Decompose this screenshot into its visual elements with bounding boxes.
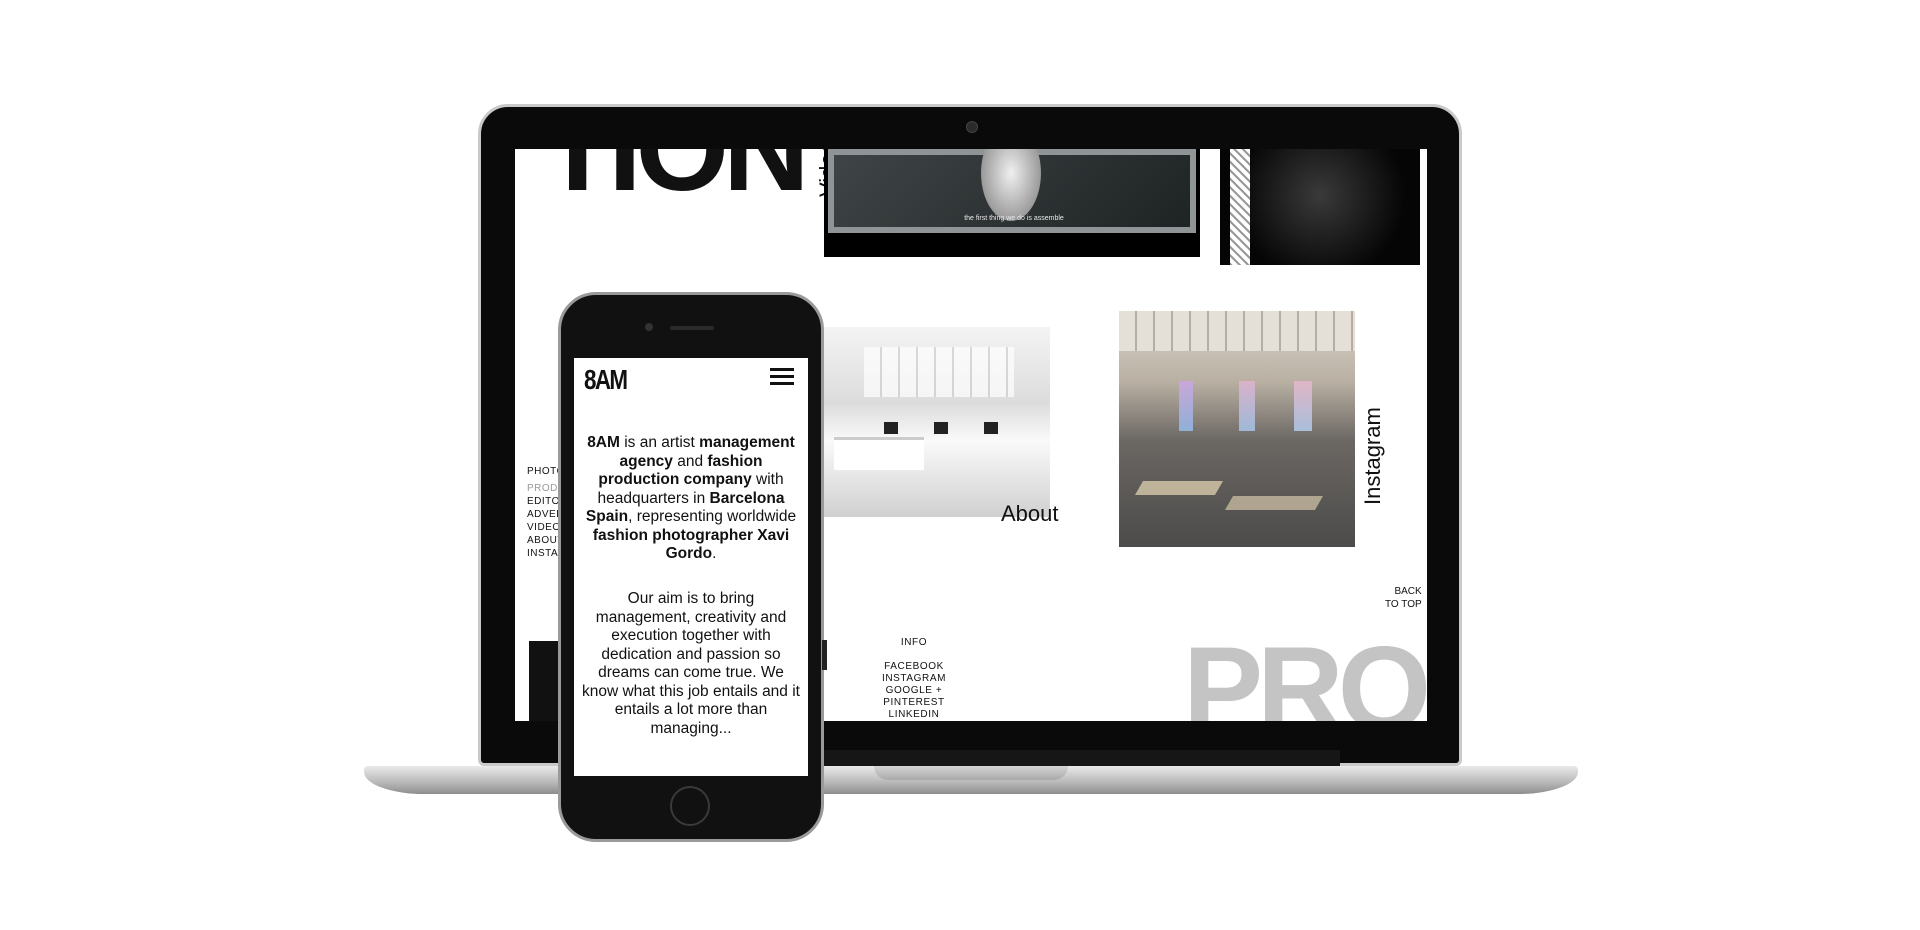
phone-home-button[interactable] — [670, 786, 710, 826]
about-label[interactable]: About — [1001, 501, 1059, 527]
phone-camera — [645, 323, 653, 331]
back-to-top-link[interactable]: BACK TO TOP — [1385, 585, 1422, 611]
social-links: FACEBOOK INSTAGRAM GOOGLE + PINTEREST LI… — [855, 661, 973, 721]
back-to-top-line2: TO TOP — [1385, 599, 1422, 610]
jacket-image[interactable] — [1220, 149, 1420, 265]
phone-side-button — [822, 640, 827, 670]
hamburger-menu-icon[interactable] — [770, 368, 794, 389]
intro-text-4: , representing worldwide — [628, 508, 797, 525]
top-heading: TION — [541, 149, 810, 216]
linkedin-link[interactable]: LINKEDIN — [855, 709, 973, 721]
pinterest-link[interactable]: PINTEREST — [855, 697, 973, 709]
phone-screen: 8AM 8AM is an artist management agency a… — [574, 358, 808, 776]
instagram-label[interactable]: Instagram — [1360, 407, 1386, 505]
laptop-notch — [874, 766, 1068, 780]
intro-text-2: and — [672, 452, 708, 470]
intro-highlight-4: fashion photographer Xavi Gordo — [592, 526, 790, 563]
instagram-link[interactable]: INSTAGRAM — [855, 673, 973, 685]
intro-paragraph: 8AM is an artist management agency and f… — [582, 434, 800, 564]
laptop-camera — [966, 121, 978, 133]
intro-text-5: . — [712, 545, 717, 562]
info-link[interactable]: INFO — [855, 637, 973, 649]
intro-text-1: is an artist — [619, 434, 700, 451]
video-caption: the first thing we do is assemble — [964, 215, 1064, 222]
video-thumbnail[interactable]: the first thing we do is assemble — [824, 149, 1200, 257]
site-logo[interactable]: 8AM — [584, 364, 628, 396]
bottom-heading: PRO — [1183, 622, 1427, 721]
back-to-top-line1: BACK — [1394, 586, 1422, 597]
aim-paragraph: Our aim is to bring management, creativi… — [582, 590, 800, 737]
office-image[interactable] — [824, 327, 1050, 517]
intro-brand: 8AM — [587, 434, 620, 451]
loft-image[interactable] — [1119, 311, 1355, 547]
facebook-link[interactable]: FACEBOOK — [855, 661, 973, 673]
google-plus-link[interactable]: GOOGLE + — [855, 685, 973, 697]
phone-speaker — [670, 326, 714, 330]
